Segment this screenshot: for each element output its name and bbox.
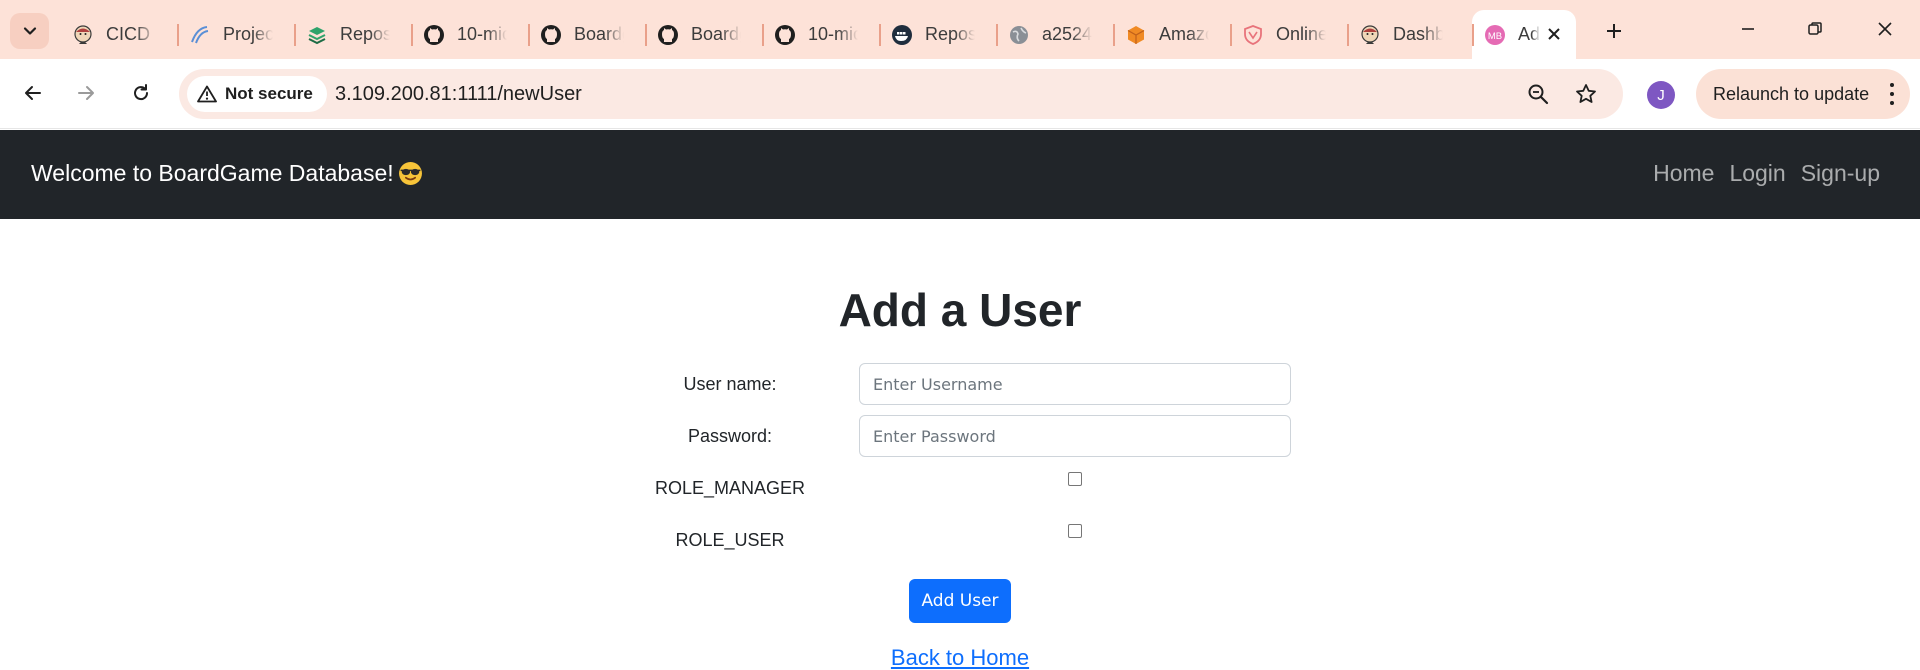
browser-toolbar: Not secure 3.109.200.81:1111/newUser J R… bbox=[0, 59, 1920, 129]
restore-button[interactable] bbox=[1797, 14, 1833, 44]
close-icon bbox=[1878, 22, 1892, 36]
password-label: Password: bbox=[687, 426, 773, 446]
tab-active[interactable]: MB Add a User bbox=[1472, 10, 1576, 59]
github-icon bbox=[657, 24, 679, 46]
github-icon bbox=[423, 24, 445, 46]
browser-tab[interactable]: Repositories bbox=[879, 10, 996, 59]
reload-icon bbox=[134, 84, 149, 101]
tab-title: Project bbox=[223, 24, 273, 44]
tab-title: 10-microservices bbox=[808, 24, 858, 44]
forward-button[interactable] bbox=[69, 76, 103, 110]
url-text[interactable]: 3.109.200.81:1111/newUser bbox=[335, 83, 582, 106]
username-label: User name: bbox=[683, 374, 777, 394]
tab-title: Online bbox=[1276, 24, 1326, 44]
back-to-home-link[interactable]: Back to Home bbox=[891, 645, 1029, 670]
arrow-left-icon bbox=[25, 86, 41, 100]
browser-tab-strip: CICD Pipeline Project Repositories 10-micro… bbox=[0, 0, 1920, 59]
role-user-label: ROLE_USER bbox=[675, 530, 785, 550]
tab-search-button[interactable] bbox=[10, 13, 49, 49]
browser-tab[interactable]: Dashboard bbox=[1347, 10, 1464, 59]
tab-title: Add a User bbox=[1518, 24, 1540, 44]
reload-button[interactable] bbox=[124, 76, 158, 110]
jenkins-icon bbox=[1359, 24, 1381, 46]
tab-title: 10-microservices bbox=[457, 24, 507, 44]
chevron-down-icon bbox=[23, 27, 36, 35]
warning-triangle-icon bbox=[197, 85, 217, 103]
back-button[interactable] bbox=[16, 76, 50, 110]
relaunch-label: Relaunch to update bbox=[1713, 83, 1870, 104]
browser-tab[interactable]: Repositories bbox=[294, 10, 411, 59]
profile-avatar[interactable]: J bbox=[1647, 81, 1675, 109]
role-manager-label: ROLE_MANAGER bbox=[654, 478, 806, 498]
navbar-links: Home Login Sign-up bbox=[1653, 160, 1880, 187]
restore-icon bbox=[1808, 22, 1822, 35]
minimize-icon bbox=[1742, 28, 1754, 30]
security-label: Not secure bbox=[225, 84, 313, 103]
svg-text:MB: MB bbox=[1488, 31, 1502, 42]
username-row: User name: bbox=[0, 363, 1920, 407]
browser-tab[interactable]: Amazon bbox=[1113, 10, 1230, 59]
jenkins-icon bbox=[72, 24, 94, 46]
new-tab-button[interactable] bbox=[1600, 17, 1628, 45]
more-menu-icon[interactable] bbox=[1888, 83, 1896, 105]
tab-title: Amazon bbox=[1159, 24, 1209, 44]
aws-cube-icon bbox=[1125, 24, 1147, 46]
role-manager-checkbox[interactable] bbox=[1068, 472, 1082, 486]
mb-badge-icon: MB bbox=[1484, 24, 1506, 46]
zoom-icon[interactable] bbox=[1525, 81, 1551, 107]
tab-title: a2524 bbox=[1042, 24, 1092, 44]
tab-title: CICD Pipeline bbox=[106, 24, 156, 44]
bookmark-star-icon[interactable] bbox=[1573, 81, 1599, 107]
github-icon bbox=[774, 24, 796, 46]
globe-icon bbox=[1008, 24, 1030, 46]
shield-icon bbox=[1242, 24, 1264, 46]
address-bar[interactable]: Not secure 3.109.200.81:1111/newUser bbox=[179, 69, 1623, 119]
stripes-icon bbox=[189, 24, 211, 46]
password-input[interactable] bbox=[859, 415, 1291, 457]
github-icon bbox=[540, 24, 562, 46]
navbar-brand[interactable]: Welcome to BoardGame Database! bbox=[31, 160, 423, 187]
plus-icon bbox=[1607, 24, 1621, 38]
back-link-container: Back to Home bbox=[0, 645, 1920, 670]
add-user-button[interactable]: Add User bbox=[909, 579, 1011, 623]
browser-tab[interactable]: Online bbox=[1230, 10, 1347, 59]
role-user-row: ROLE_USER bbox=[0, 519, 1920, 563]
tab-title: Dashboard bbox=[1393, 24, 1443, 44]
nav-signup-link[interactable]: Sign-up bbox=[1801, 160, 1880, 187]
tab-title: Boardgame bbox=[691, 24, 741, 44]
site-navbar: Welcome to BoardGame Database! Home Logi… bbox=[0, 130, 1920, 219]
browser-tab[interactable]: Project bbox=[177, 10, 294, 59]
username-input[interactable] bbox=[859, 363, 1291, 405]
site-security-chip[interactable]: Not secure bbox=[187, 76, 327, 112]
close-window-button[interactable] bbox=[1867, 14, 1903, 44]
nav-home-link[interactable]: Home bbox=[1653, 160, 1714, 187]
tab-title: Boardgame bbox=[574, 24, 624, 44]
browser-tab[interactable]: Boardgame bbox=[528, 10, 645, 59]
browser-tab[interactable]: a2524 bbox=[996, 10, 1113, 59]
browser-tab[interactable]: Boardgame bbox=[645, 10, 762, 59]
close-tab-icon[interactable] bbox=[1544, 24, 1564, 44]
browser-tab[interactable]: 10-microservices bbox=[762, 10, 879, 59]
docker-icon bbox=[891, 24, 913, 46]
sunglasses-face-icon bbox=[398, 162, 422, 185]
arrow-right-icon bbox=[78, 86, 94, 100]
tab-title: Repositories bbox=[340, 24, 390, 44]
password-row: Password: bbox=[0, 415, 1920, 459]
tab-list: CICD Pipeline Project Repositories 10-micro… bbox=[60, 10, 1576, 59]
role-user-checkbox[interactable] bbox=[1068, 524, 1082, 538]
brand-text: Welcome to BoardGame Database! bbox=[31, 160, 394, 186]
tab-title: Repositories bbox=[925, 24, 975, 44]
browser-tab[interactable]: 10-microservices bbox=[411, 10, 528, 59]
role-manager-row: ROLE_MANAGER bbox=[0, 467, 1920, 511]
page-title: Add a User bbox=[838, 284, 1082, 336]
nexus-icon bbox=[306, 24, 328, 46]
minimize-button[interactable] bbox=[1730, 14, 1766, 44]
nav-login-link[interactable]: Login bbox=[1729, 160, 1785, 187]
relaunch-to-update-button[interactable]: Relaunch to update bbox=[1696, 69, 1910, 119]
browser-tab[interactable]: CICD Pipeline bbox=[60, 10, 177, 59]
